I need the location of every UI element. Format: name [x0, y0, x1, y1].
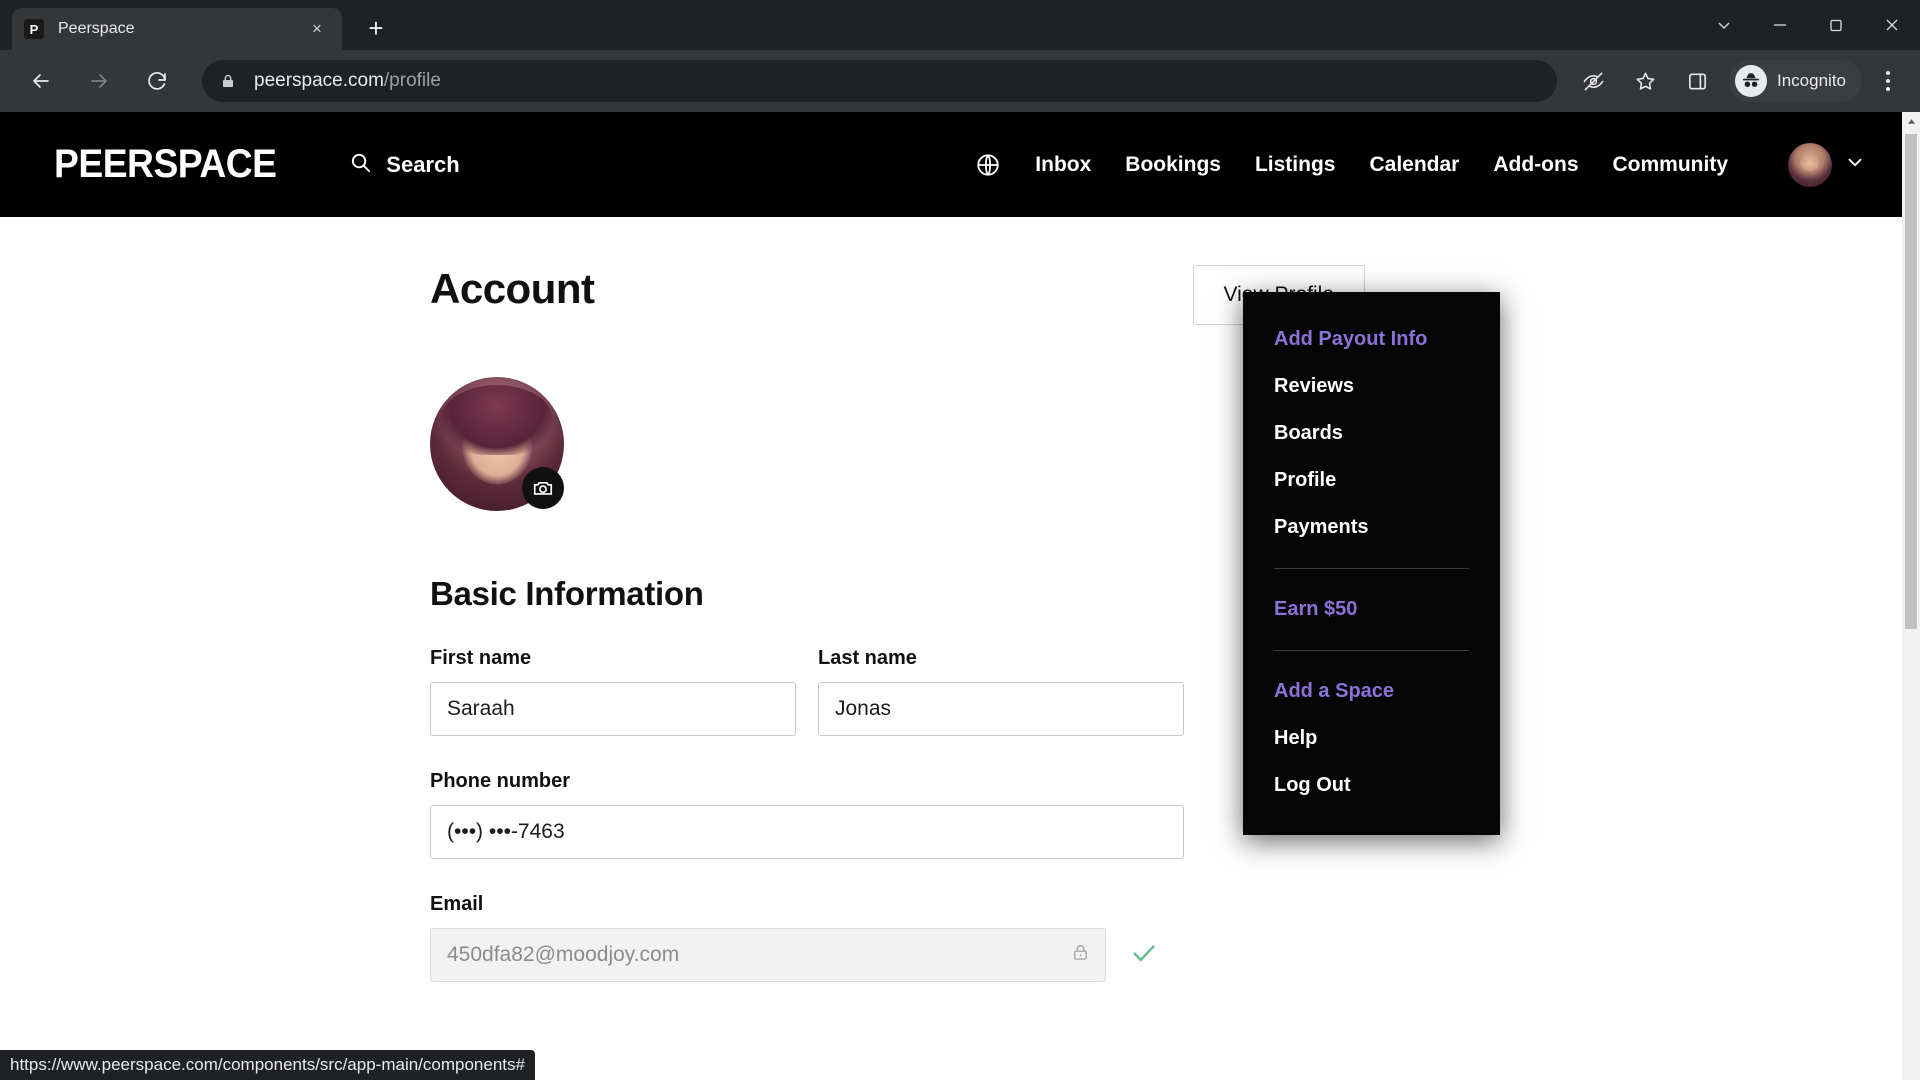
- first-name-label: First name: [430, 647, 532, 669]
- email-field: Email 450dfa82@moodjoy.com: [430, 893, 1158, 982]
- menu-item-reviews[interactable]: Reviews: [1243, 363, 1500, 410]
- forward-button: [77, 59, 121, 103]
- verified-check-icon: [1130, 939, 1158, 972]
- nav-link-bookings[interactable]: Bookings: [1125, 153, 1221, 177]
- menu-item-earn-50[interactable]: Earn $50: [1243, 586, 1500, 633]
- nav-link-add-ons[interactable]: Add-ons: [1493, 153, 1578, 177]
- last-name-field: Last name Jonas: [818, 647, 1184, 736]
- close-tab-icon[interactable]: ×: [304, 16, 330, 42]
- incognito-avatar-icon: [1735, 65, 1767, 97]
- menu-item-log-out[interactable]: Log Out: [1243, 762, 1500, 809]
- scrollbar-thumb[interactable]: [1905, 134, 1917, 629]
- nav-link-listings[interactable]: Listings: [1255, 153, 1336, 177]
- scroll-up-arrow-icon[interactable]: [1902, 112, 1920, 130]
- last-name-label: Last name: [818, 647, 917, 669]
- menu-divider: [1274, 650, 1469, 651]
- incognito-label: Incognito: [1777, 71, 1846, 90]
- new-tab-button[interactable]: +: [356, 8, 396, 48]
- first-name-field: First name Saraah: [430, 647, 796, 736]
- globe-icon[interactable]: [975, 152, 1001, 178]
- phone-field-row: Phone number (•••) •••-7463: [430, 770, 1920, 859]
- menu-item-help[interactable]: Help: [1243, 715, 1500, 762]
- search-icon: [349, 151, 372, 179]
- peerspace-logo[interactable]: PEERSPACE: [54, 142, 277, 187]
- phone-number-field: Phone number (•••) •••-7463: [430, 770, 1184, 859]
- section-title-basic-information: Basic Information: [430, 575, 704, 612]
- tab-title: Peerspace: [58, 20, 135, 37]
- account-page-content: Account View Profile Basic Information F…: [0, 217, 1920, 1080]
- bookmark-star-icon[interactable]: [1624, 60, 1666, 102]
- browser-toolbar: peerspace.com/profile Incognito: [0, 50, 1920, 112]
- page-viewport: PEERSPACE Search Inbox Bookings Listings…: [0, 112, 1920, 1080]
- page-title: Account: [430, 265, 595, 312]
- site-nav: Inbox Bookings Listings Calendar Add-ons…: [975, 142, 1866, 187]
- nav-link-inbox[interactable]: Inbox: [1035, 153, 1091, 177]
- minimize-window-icon[interactable]: [1752, 0, 1808, 50]
- side-panel-icon[interactable]: [1676, 60, 1718, 102]
- status-bar: https://www.peerspace.com/components/src…: [0, 1050, 535, 1080]
- menu-item-boards[interactable]: Boards: [1243, 410, 1500, 457]
- phone-number-label: Phone number: [430, 770, 571, 792]
- search-label: Search: [386, 151, 460, 177]
- tab-search-chevron-icon[interactable]: [1696, 0, 1752, 50]
- eye-off-icon[interactable]: [1572, 60, 1614, 102]
- browser-menu-button[interactable]: [1868, 59, 1908, 103]
- first-name-input[interactable]: Saraah: [430, 682, 796, 736]
- tab-favicon-icon: P: [24, 19, 44, 39]
- maximize-window-icon[interactable]: [1808, 0, 1864, 50]
- browser-tab[interactable]: P Peerspace ×: [12, 8, 342, 50]
- email-input: 450dfa82@moodjoy.com: [430, 928, 1106, 982]
- menu-item-payments[interactable]: Payments: [1243, 504, 1500, 551]
- email-input-wrapper: 450dfa82@moodjoy.com: [430, 928, 1106, 982]
- email-field-row: Email 450dfa82@moodjoy.com: [430, 893, 1920, 982]
- chevron-down-icon: [1844, 151, 1866, 178]
- account-menu-button[interactable]: [1788, 142, 1866, 187]
- address-bar[interactable]: peerspace.com/profile: [202, 60, 1557, 102]
- reload-button[interactable]: [135, 59, 179, 103]
- address-bar-url: peerspace.com/profile: [254, 70, 441, 91]
- lock-icon: [1071, 943, 1090, 967]
- last-name-input[interactable]: Jonas: [818, 682, 1184, 736]
- phone-number-input[interactable]: (•••) •••-7463: [430, 805, 1184, 859]
- menu-divider: [1274, 568, 1469, 569]
- page-scrollbar[interactable]: [1902, 112, 1920, 1080]
- back-button[interactable]: [19, 59, 63, 103]
- menu-item-add-payout-info[interactable]: Add Payout Info: [1243, 316, 1500, 363]
- email-label: Email: [430, 893, 484, 915]
- incognito-indicator[interactable]: Incognito: [1729, 60, 1862, 102]
- browser-window: P Peerspace × + peerspace.com/profile In…: [0, 0, 1920, 1080]
- site-header: PEERSPACE Search Inbox Bookings Listings…: [0, 112, 1920, 217]
- profile-photo[interactable]: [430, 377, 564, 511]
- name-fields-row: First name Saraah Last name Jonas: [430, 647, 1920, 736]
- page-header-row: Account View Profile: [430, 217, 1365, 325]
- close-window-icon[interactable]: [1864, 0, 1920, 50]
- search-button[interactable]: Search: [349, 151, 460, 179]
- account-dropdown-menu: Add Payout Info Reviews Boards Profile P…: [1243, 292, 1500, 835]
- nav-link-community[interactable]: Community: [1613, 153, 1729, 177]
- avatar: [1788, 142, 1832, 187]
- menu-item-add-a-space[interactable]: Add a Space: [1243, 668, 1500, 715]
- lock-icon: [220, 73, 236, 89]
- tab-strip: P Peerspace × +: [0, 0, 1920, 50]
- camera-icon[interactable]: [522, 467, 564, 509]
- nav-link-calendar[interactable]: Calendar: [1369, 153, 1459, 177]
- menu-item-profile[interactable]: Profile: [1243, 457, 1500, 504]
- window-controls: [1696, 0, 1920, 50]
